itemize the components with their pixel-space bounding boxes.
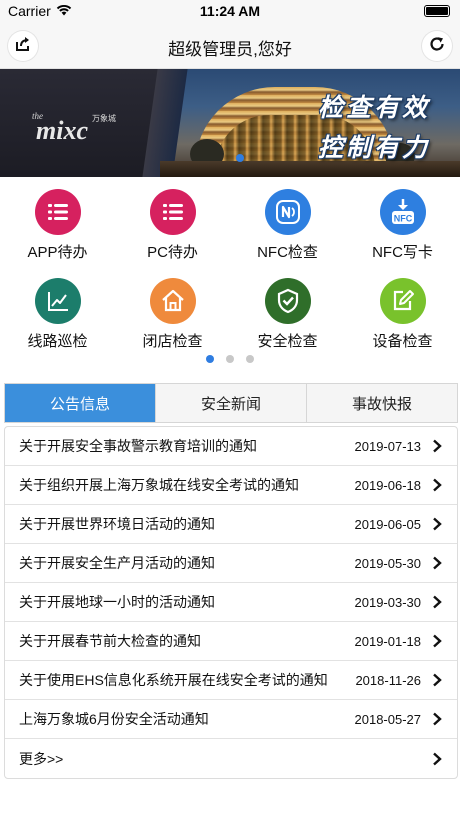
status-bar: Carrier 11:24 AM bbox=[0, 0, 460, 22]
house-icon bbox=[149, 278, 196, 324]
list-item[interactable]: 关于使用EHS信息化系统开展在线安全考试的通知 2018-11-26 bbox=[5, 661, 457, 700]
chevron-right-icon bbox=[431, 712, 443, 726]
notice-date: 2019-01-18 bbox=[354, 633, 422, 649]
notice-date: 2018-05-27 bbox=[354, 711, 422, 727]
battery-icon bbox=[424, 5, 450, 17]
banner-carousel[interactable]: the mixc 万象城 检查有效 控制有力 bbox=[0, 69, 460, 177]
list-icon bbox=[149, 189, 196, 235]
function-grid: APP待办 PC待办 NFC检查 NFC NFC写卡 线路巡检 闭店检查 安全检… bbox=[0, 189, 460, 368]
banner-slogan-1: 检查有效 bbox=[317, 94, 430, 122]
grid-label: PC待办 bbox=[147, 244, 198, 261]
grid-label: 线路巡检 bbox=[27, 333, 88, 350]
svg-text:mixc: mixc bbox=[36, 116, 88, 143]
page-dot-1[interactable] bbox=[206, 355, 214, 363]
share-button[interactable] bbox=[8, 31, 38, 61]
nfc-download-icon: NFC bbox=[379, 189, 426, 235]
status-time: 11:24 AM bbox=[199, 3, 261, 19]
notice-list: 关于开展安全事故警示教育培训的通知 2019-07-13 关于组织开展上海万象城… bbox=[4, 426, 458, 779]
notice-date: 2018-11-26 bbox=[355, 672, 421, 688]
list-item[interactable]: 上海万象城6月份安全活动通知 2018-05-27 bbox=[5, 700, 457, 739]
nfc-icon bbox=[264, 189, 311, 235]
line-chart-icon bbox=[34, 278, 81, 324]
list-item[interactable]: 关于开展安全生产月活动的通知 2019-05-30 bbox=[5, 544, 457, 583]
edit-icon bbox=[379, 278, 426, 324]
chevron-right-icon bbox=[431, 556, 443, 570]
shield-check-icon bbox=[264, 278, 311, 324]
notice-date: 2019-06-05 bbox=[354, 516, 422, 532]
more-link[interactable]: 更多>> bbox=[5, 739, 457, 778]
grid-item-nfc-check[interactable]: NFC检查 bbox=[230, 189, 345, 279]
carousel-indicator bbox=[236, 154, 244, 162]
chevron-right-icon bbox=[431, 595, 443, 609]
notice-date: 2019-05-30 bbox=[354, 555, 422, 571]
notice-title: 关于开展安全生产月活动的通知 bbox=[19, 555, 215, 571]
chevron-right-icon bbox=[431, 478, 443, 492]
list-item[interactable]: 关于开展安全事故警示教育培训的通知 2019-07-13 bbox=[5, 427, 457, 466]
tab-announcements[interactable]: 公告信息 bbox=[5, 384, 156, 422]
share-icon bbox=[14, 35, 32, 58]
grid-label: 设备检查 bbox=[372, 333, 433, 350]
grid-label: NFC检查 bbox=[257, 244, 318, 261]
list-item[interactable]: 关于开展世界环境日活动的通知 2019-06-05 bbox=[5, 505, 457, 544]
chevron-right-icon bbox=[431, 517, 443, 531]
svg-text:万象城: 万象城 bbox=[92, 113, 116, 123]
grid-label: 闭店检查 bbox=[142, 333, 203, 350]
refresh-button[interactable] bbox=[422, 31, 452, 61]
page-dot-3[interactable] bbox=[246, 355, 254, 363]
notice-date: 2019-06-18 bbox=[354, 477, 422, 493]
banner-slogan-2: 控制有力 bbox=[317, 134, 430, 162]
grid-item-app-todo[interactable]: APP待办 bbox=[0, 189, 115, 279]
grid-label: 安全检查 bbox=[257, 333, 318, 350]
news-tabs: 公告信息 安全新闻 事故快报 bbox=[4, 383, 458, 423]
list-item[interactable]: 关于开展地球一小时的活动通知 2019-03-30 bbox=[5, 583, 457, 622]
grid-label: NFC写卡 bbox=[372, 244, 433, 261]
chevron-right-icon bbox=[431, 673, 443, 687]
notice-title: 关于开展安全事故警示教育培训的通知 bbox=[19, 438, 257, 454]
notice-date: 2019-03-30 bbox=[354, 594, 422, 610]
nav-bar: 超级管理员,您好 bbox=[0, 22, 460, 69]
page-dot-2[interactable] bbox=[226, 355, 234, 363]
grid-item-pc-todo[interactable]: PC待办 bbox=[115, 189, 230, 279]
notice-date: 2019-07-13 bbox=[354, 438, 422, 454]
more-label: 更多>> bbox=[19, 750, 64, 767]
notice-title: 关于开展地球一小时的活动通知 bbox=[19, 594, 215, 610]
page-indicator[interactable] bbox=[0, 355, 460, 363]
svg-text:NFC: NFC bbox=[393, 214, 412, 224]
notice-title: 上海万象城6月份安全活动通知 bbox=[19, 711, 209, 727]
notice-title: 关于开展春节前大检查的通知 bbox=[19, 633, 201, 649]
page-title: 超级管理员,您好 bbox=[168, 40, 292, 59]
notice-title: 关于组织开展上海万象城在线安全考试的通知 bbox=[19, 477, 299, 493]
list-icon bbox=[34, 189, 81, 235]
notice-title: 关于使用EHS信息化系统开展在线安全考试的通知 bbox=[19, 672, 328, 688]
tab-accident-reports[interactable]: 事故快报 bbox=[307, 384, 457, 422]
refresh-icon bbox=[428, 35, 446, 58]
grid-label: APP待办 bbox=[27, 244, 88, 261]
chevron-right-icon bbox=[431, 439, 443, 453]
list-item[interactable]: 关于组织开展上海万象城在线安全考试的通知 2019-06-18 bbox=[5, 466, 457, 505]
notice-title: 关于开展世界环境日活动的通知 bbox=[19, 516, 215, 532]
list-item[interactable]: 关于开展春节前大检查的通知 2019-01-18 bbox=[5, 622, 457, 661]
chevron-right-icon bbox=[431, 634, 443, 648]
mixc-logo: the mixc 万象城 bbox=[30, 107, 120, 145]
chevron-right-icon bbox=[431, 752, 443, 766]
tab-safety-news[interactable]: 安全新闻 bbox=[156, 384, 307, 422]
grid-item-nfc-write[interactable]: NFC NFC写卡 bbox=[345, 189, 460, 279]
